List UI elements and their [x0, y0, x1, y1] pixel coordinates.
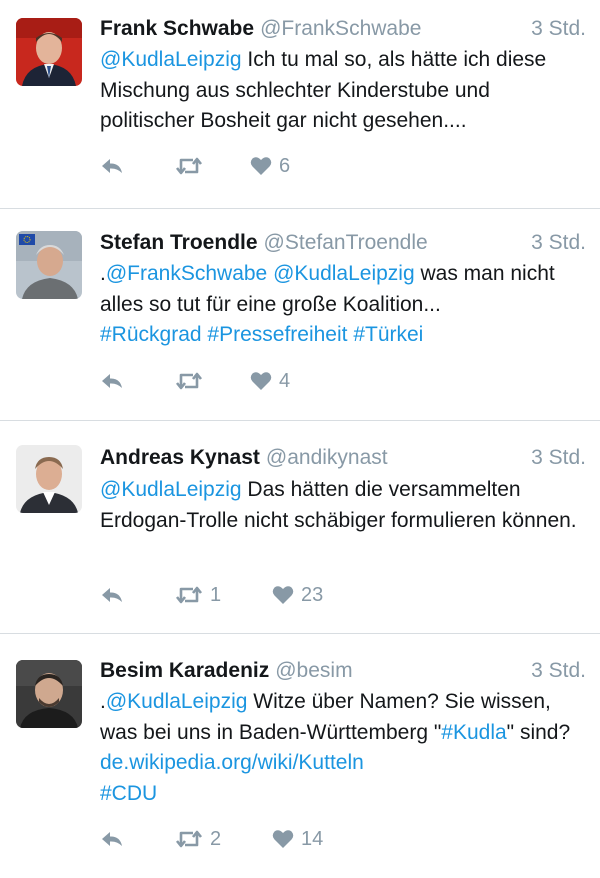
tweet-header: Andreas Kynast @andikynast 3 Std. — [100, 443, 586, 473]
retweet-button[interactable] — [175, 151, 210, 181]
heart-icon — [250, 371, 272, 391]
reply-icon — [100, 585, 124, 605]
tweet-actions: 2 14 — [100, 824, 580, 854]
reply-button[interactable] — [100, 151, 124, 181]
tweet-actions: 6 — [100, 151, 580, 181]
hashtag-link[interactable]: #Kudla — [441, 721, 506, 744]
tweet-header: Stefan Troendle @StefanTroendle 3 Std. — [100, 228, 586, 258]
retweet-button[interactable]: 1 — [175, 580, 221, 610]
like-button[interactable]: 14 — [272, 824, 323, 854]
reply-icon — [100, 829, 124, 849]
like-count: 6 — [279, 154, 291, 177]
retweet-count: 1 — [210, 583, 222, 606]
like-button[interactable]: 23 — [272, 580, 323, 610]
retweet-icon — [175, 829, 203, 849]
like-count: 14 — [301, 827, 324, 850]
mention-link[interactable]: @KudlaLeipzig — [100, 478, 242, 501]
heart-icon — [250, 156, 272, 176]
author-handle[interactable]: @StefanTroendle — [264, 231, 428, 254]
retweet-icon — [175, 585, 203, 605]
tweet-actions: 4 — [100, 366, 580, 396]
hashtag-link[interactable]: #CDU — [100, 782, 157, 805]
retweet-icon — [175, 156, 203, 176]
tweet-text: @KudlaLeipzig Ich tu mal so, als hätte i… — [100, 45, 588, 137]
tweet-andreas-kynast[interactable]: Andreas Kynast @andikynast 3 Std. @KudlaL… — [0, 421, 600, 633]
author-name[interactable]: Besim Karadeniz — [100, 659, 269, 682]
author-handle[interactable]: @FrankSchwabe — [260, 17, 421, 40]
author-handle[interactable]: @andikynast — [266, 446, 388, 469]
avatar[interactable] — [16, 231, 82, 299]
mention-link[interactable]: @KudlaLeipzig — [106, 690, 248, 713]
avatar[interactable] — [16, 660, 82, 728]
like-count: 4 — [279, 369, 291, 392]
tweet-actions: 1 23 — [100, 580, 580, 610]
like-count: 23 — [301, 583, 324, 606]
mention-link[interactable]: @FrankSchwabe — [106, 262, 267, 285]
reply-icon — [100, 156, 124, 176]
author-handle[interactable]: @besim — [275, 659, 352, 682]
tweet-frank-schwabe[interactable]: Frank Schwabe @FrankSchwabe 3 Std. @Kudla… — [0, 0, 600, 208]
timestamp[interactable]: 3 Std. — [531, 228, 586, 258]
reply-button[interactable] — [100, 366, 124, 396]
tweet-stefan-troendle[interactable]: Stefan Troendle @StefanTroendle 3 Std. .@… — [0, 209, 600, 420]
retweet-count: 2 — [210, 827, 222, 850]
mention-link[interactable]: @KudlaLeipzig — [273, 262, 415, 285]
author-name[interactable]: Stefan Troendle — [100, 231, 258, 254]
tweet-text: .@FrankSchwabe @KudlaLeipzig was man nic… — [100, 259, 588, 351]
hashtag-link[interactable]: #Türkei — [353, 323, 423, 346]
like-button[interactable]: 4 — [250, 366, 290, 396]
timestamp[interactable]: 3 Std. — [531, 656, 586, 686]
avatar[interactable] — [16, 18, 82, 86]
tweet-text: @KudlaLeipzig Das hätten die versammelte… — [100, 475, 588, 536]
retweet-icon — [175, 371, 203, 391]
retweet-button[interactable] — [175, 366, 210, 396]
reply-button[interactable] — [100, 824, 124, 854]
url-link[interactable]: de.wikipedia.org/wiki/Kutteln — [100, 751, 364, 774]
tweet-text: .@KudlaLeipzig Witze über Namen? Sie wis… — [100, 687, 588, 809]
mention-link[interactable]: @KudlaLeipzig — [100, 48, 242, 71]
timestamp[interactable]: 3 Std. — [531, 443, 586, 473]
author-name[interactable]: Andreas Kynast — [100, 446, 260, 469]
tweet-text-content: " sind? — [506, 720, 571, 744]
avatar[interactable] — [16, 445, 82, 513]
tweet-header: Frank Schwabe @FrankSchwabe 3 Std. — [100, 14, 586, 44]
hashtag-link[interactable]: #Rückgrad — [100, 323, 202, 346]
heart-icon — [272, 829, 294, 849]
heart-icon — [272, 585, 294, 605]
timestamp[interactable]: 3 Std. — [531, 14, 586, 44]
hashtag-link[interactable]: #Pressefreiheit — [207, 323, 347, 346]
tweet-header: Besim Karadeniz @besim 3 Std. — [100, 656, 586, 686]
reply-button[interactable] — [100, 580, 124, 610]
tweet-besim-karadeniz[interactable]: Besim Karadeniz @besim 3 Std. .@KudlaLeip… — [0, 634, 600, 878]
reply-icon — [100, 371, 124, 391]
author-name[interactable]: Frank Schwabe — [100, 17, 254, 40]
retweet-button[interactable]: 2 — [175, 824, 221, 854]
like-button[interactable]: 6 — [250, 151, 290, 181]
